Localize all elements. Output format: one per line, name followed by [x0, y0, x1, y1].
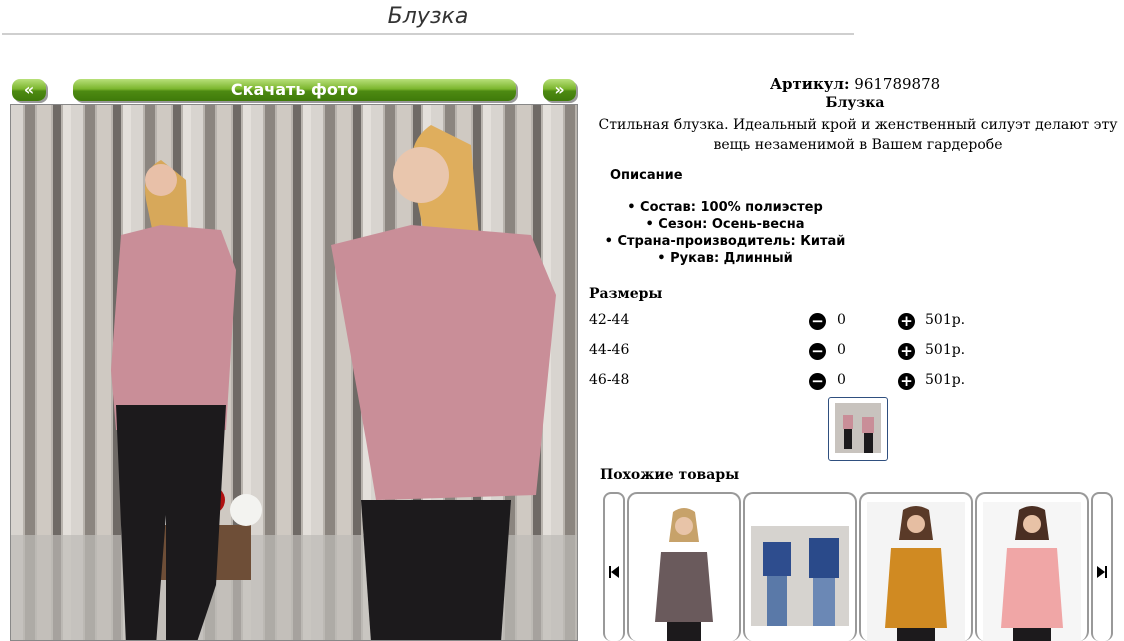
similar-product-card[interactable] — [975, 492, 1089, 641]
similar-product-card[interactable] — [743, 492, 857, 641]
size-price: 501р. — [925, 312, 966, 328]
page-title: Блузка — [387, 4, 469, 29]
skip-back-icon — [609, 566, 619, 578]
similar-product-image — [635, 502, 733, 641]
similar-product-card[interactable] — [627, 492, 741, 641]
product-main-photo — [10, 104, 578, 641]
size-row: 44-46 − 0 + 501р. — [589, 342, 989, 362]
increase-quantity-button[interactable]: + — [898, 343, 915, 360]
product-description: Стильная блузка. Идеальный крой и женств… — [598, 117, 1118, 153]
similar-product-image — [983, 502, 1081, 641]
photo-thumbnail[interactable] — [828, 397, 888, 461]
description-heading: Описание — [610, 168, 683, 183]
similar-product-image — [751, 502, 849, 641]
property-item: Страна-производитель: Китай — [590, 233, 860, 250]
carousel-prev-button[interactable] — [603, 492, 625, 641]
similar-product-card[interactable] — [859, 492, 973, 641]
size-label: 42-44 — [589, 312, 630, 328]
product-name: Блузка — [825, 95, 885, 111]
increase-quantity-button[interactable]: + — [898, 373, 915, 390]
size-price: 501р. — [925, 372, 966, 388]
property-item: Состав: 100% полиэстер — [590, 199, 860, 216]
carousel-next-button[interactable] — [1091, 492, 1113, 641]
previous-photo-button[interactable]: « — [12, 79, 46, 101]
download-photo-button[interactable]: Скачать фото — [73, 79, 516, 101]
product-properties-list: Состав: 100% полиэстер Сезон: Осень-весн… — [590, 199, 860, 267]
product-photo-image — [11, 105, 577, 640]
similar-product-image — [867, 502, 965, 641]
title-divider — [2, 33, 854, 35]
similar-products-heading: Похожие товары — [600, 467, 740, 483]
skip-forward-icon — [1097, 566, 1107, 578]
size-price: 501р. — [925, 342, 966, 358]
article-label: Артикул: — [769, 75, 850, 93]
decrease-quantity-button[interactable]: − — [809, 343, 826, 360]
quantity-value: 0 — [837, 372, 846, 388]
property-item: Сезон: Осень-весна — [590, 216, 860, 233]
next-photo-button[interactable]: » — [543, 79, 576, 101]
decrease-quantity-button[interactable]: − — [809, 313, 826, 330]
size-row: 46-48 − 0 + 501р. — [589, 372, 989, 392]
size-label: 44-46 — [589, 342, 630, 358]
article-line: Артикул: 961789878 — [590, 75, 1120, 93]
size-row: 42-44 − 0 + 501р. — [589, 312, 989, 332]
property-item: Рукав: Длинный — [590, 250, 860, 267]
size-label: 46-48 — [589, 372, 630, 388]
thumbnail-image — [835, 403, 881, 453]
sizes-heading: Размеры — [589, 286, 663, 302]
article-value: 961789878 — [854, 75, 941, 93]
decrease-quantity-button[interactable]: − — [809, 373, 826, 390]
quantity-value: 0 — [837, 342, 846, 358]
quantity-value: 0 — [837, 312, 846, 328]
increase-quantity-button[interactable]: + — [898, 313, 915, 330]
